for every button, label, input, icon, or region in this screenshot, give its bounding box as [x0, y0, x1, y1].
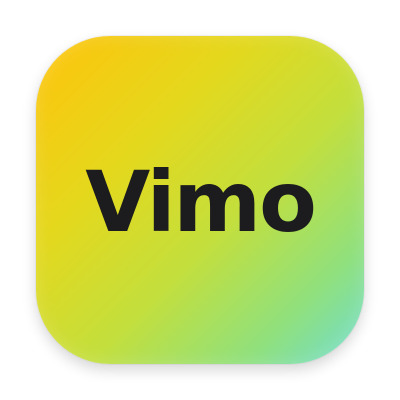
vimo-app-icon[interactable]: Vimo	[36, 36, 364, 364]
icon-canvas: Vimo	[0, 0, 400, 400]
app-name-wordmark: Vimo	[85, 153, 317, 251]
